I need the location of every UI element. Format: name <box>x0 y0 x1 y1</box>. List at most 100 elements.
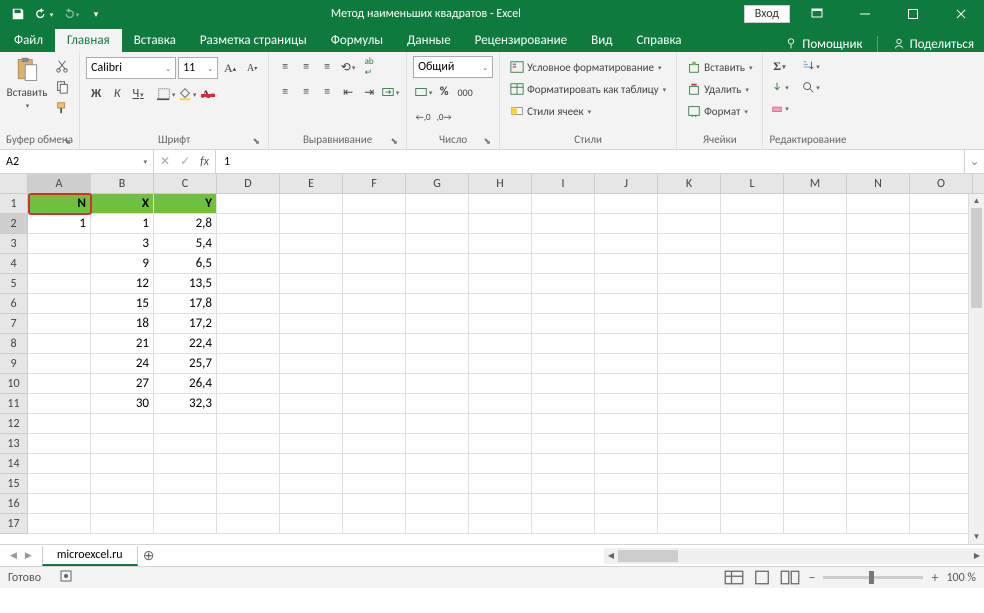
col-header-G[interactable]: G <box>406 174 469 193</box>
cell[interactable] <box>910 494 973 514</box>
cell[interactable]: 1 <box>28 214 91 234</box>
close-icon[interactable] <box>940 0 982 28</box>
bold-button[interactable]: Ж <box>86 84 106 104</box>
cell[interactable] <box>28 454 91 474</box>
cell[interactable] <box>595 494 658 514</box>
cell[interactable]: 13,5 <box>154 274 217 294</box>
cell[interactable] <box>532 314 595 334</box>
cell[interactable]: 21 <box>91 334 154 354</box>
cell[interactable]: 2,8 <box>154 214 217 234</box>
cell[interactable] <box>28 434 91 454</box>
cell[interactable] <box>217 214 280 234</box>
cell[interactable] <box>469 414 532 434</box>
cell[interactable] <box>532 454 595 474</box>
cell[interactable] <box>406 374 469 394</box>
vertical-scrollbar[interactable]: ▲ ▼ <box>968 194 984 544</box>
cell[interactable] <box>784 414 847 434</box>
redo-icon[interactable]: ▾ <box>58 2 82 26</box>
cell[interactable] <box>847 474 910 494</box>
cell[interactable] <box>658 514 721 534</box>
cell[interactable] <box>847 514 910 534</box>
indent-increase-icon[interactable]: ⇥ <box>359 82 379 102</box>
cell[interactable] <box>469 434 532 454</box>
cell[interactable] <box>595 194 658 214</box>
cell[interactable] <box>406 494 469 514</box>
cell[interactable]: X <box>91 194 154 214</box>
cell[interactable] <box>847 414 910 434</box>
cell[interactable] <box>28 394 91 414</box>
cell[interactable] <box>532 294 595 314</box>
cell[interactable] <box>154 414 217 434</box>
cell[interactable] <box>280 314 343 334</box>
cell[interactable] <box>154 434 217 454</box>
cell[interactable] <box>910 474 973 494</box>
cell[interactable] <box>847 454 910 474</box>
row-header[interactable]: 14 <box>0 454 28 474</box>
decimal-increase-icon[interactable]: ←,0 <box>413 107 433 127</box>
cell[interactable] <box>847 334 910 354</box>
add-sheet-icon[interactable]: ⊕ <box>138 547 160 564</box>
cell[interactable] <box>595 234 658 254</box>
cell[interactable] <box>595 434 658 454</box>
cell[interactable] <box>406 214 469 234</box>
cell[interactable] <box>595 394 658 414</box>
align-middle-icon[interactable]: ≡ <box>296 57 316 77</box>
cell[interactable] <box>343 374 406 394</box>
cell[interactable] <box>910 254 973 274</box>
qat-customize-icon[interactable]: ▾ <box>84 2 108 26</box>
cell[interactable] <box>595 374 658 394</box>
row-header[interactable]: 9 <box>0 354 28 374</box>
cell[interactable] <box>721 274 784 294</box>
cell[interactable]: 17,2 <box>154 314 217 334</box>
cell[interactable] <box>343 234 406 254</box>
font-shrink-icon[interactable]: A▾ <box>242 58 262 78</box>
page-break-icon[interactable] <box>780 570 800 586</box>
cell[interactable] <box>469 334 532 354</box>
cell[interactable] <box>217 354 280 374</box>
cell[interactable] <box>469 374 532 394</box>
tab-file[interactable]: Файл <box>2 29 55 52</box>
minimize-icon[interactable] <box>844 0 886 28</box>
cell[interactable] <box>910 214 973 234</box>
cell[interactable] <box>721 334 784 354</box>
find-select-icon[interactable]: ▾ <box>797 77 823 97</box>
cell[interactable] <box>847 354 910 374</box>
cell[interactable] <box>784 454 847 474</box>
cell[interactable] <box>532 514 595 534</box>
page-layout-icon[interactable] <box>752 570 772 586</box>
undo-icon[interactable]: ▾ <box>32 2 56 26</box>
cell[interactable] <box>910 294 973 314</box>
zoom-slider[interactable] <box>823 576 923 579</box>
col-header-H[interactable]: H <box>469 174 532 193</box>
cell[interactable] <box>784 314 847 334</box>
cell[interactable] <box>28 314 91 334</box>
cell[interactable] <box>469 474 532 494</box>
cell[interactable]: 15 <box>91 294 154 314</box>
row-header[interactable]: 2 <box>0 214 28 234</box>
cell[interactable] <box>217 474 280 494</box>
cell[interactable] <box>343 454 406 474</box>
cell[interactable] <box>721 234 784 254</box>
cell[interactable] <box>280 434 343 454</box>
cell[interactable] <box>910 414 973 434</box>
zoom-in-icon[interactable]: + <box>931 569 938 586</box>
cell[interactable] <box>658 474 721 494</box>
cell[interactable] <box>280 254 343 274</box>
tell-me-button[interactable]: Помощник <box>784 37 862 52</box>
cell[interactable] <box>406 434 469 454</box>
name-box[interactable]: A2▾ <box>0 150 154 173</box>
cell[interactable] <box>91 474 154 494</box>
cell[interactable] <box>784 194 847 214</box>
cell[interactable] <box>847 294 910 314</box>
col-header-I[interactable]: I <box>532 174 595 193</box>
cell[interactable] <box>784 514 847 534</box>
cell[interactable] <box>469 454 532 474</box>
cell[interactable] <box>847 274 910 294</box>
cell[interactable] <box>154 494 217 514</box>
cell[interactable] <box>91 454 154 474</box>
cell[interactable] <box>595 454 658 474</box>
tab-formulas[interactable]: Формулы <box>319 29 395 52</box>
cell[interactable] <box>343 354 406 374</box>
cell[interactable] <box>658 454 721 474</box>
cell[interactable] <box>28 254 91 274</box>
